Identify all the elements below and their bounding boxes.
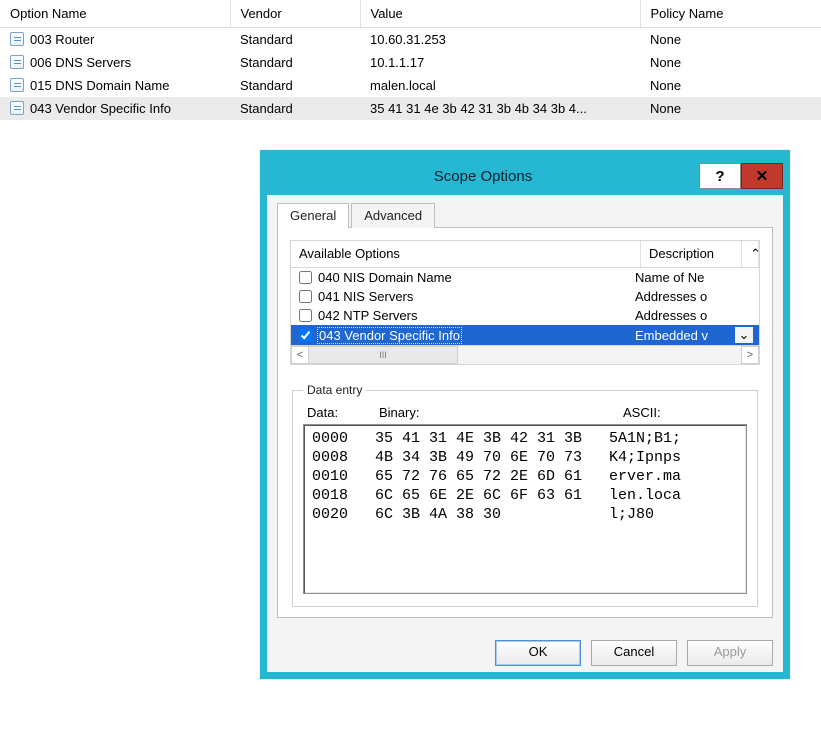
scroll-left-button[interactable]: < <box>291 346 309 364</box>
column-header-value[interactable]: Value <box>360 0 640 28</box>
option-checkbox[interactable] <box>299 329 312 342</box>
tab-general[interactable]: General <box>277 203 349 228</box>
option-name: 041 NIS Servers <box>318 289 635 304</box>
cell-vendor: Standard <box>230 51 360 74</box>
cell-policy: None <box>640 97 821 120</box>
scroll-down-button[interactable]: ⌄ <box>735 327 753 343</box>
horizontal-scrollbar[interactable]: < III > <box>291 345 759 364</box>
cancel-button[interactable]: Cancel <box>591 640 677 666</box>
cell-option: 043 Vendor Specific Info <box>30 101 171 116</box>
available-options-list: Available Options Description ⌃ 040 NIS … <box>290 240 760 365</box>
option-icon <box>10 55 24 69</box>
cell-vendor: Standard <box>230 97 360 120</box>
tab-advanced[interactable]: Advanced <box>351 203 435 228</box>
option-checkbox[interactable] <box>299 271 312 284</box>
column-header-option[interactable]: Option Name <box>0 0 230 28</box>
scroll-up-button[interactable]: ⌃ <box>741 241 759 267</box>
dialog-title: Scope Options <box>267 168 699 185</box>
cell-value: 10.1.1.17 <box>360 51 640 74</box>
ok-button[interactable]: OK <box>495 640 581 666</box>
scroll-right-button[interactable]: > <box>741 346 759 364</box>
option-desc: Name of Ne <box>635 270 735 285</box>
scrollbar-track[interactable] <box>458 346 741 364</box>
cell-option: 003 Router <box>30 32 94 47</box>
tab-panel-general: Available Options Description ⌃ 040 NIS … <box>277 227 773 618</box>
cell-policy: None <box>640 51 821 74</box>
dhcp-options-table: Option Name Vendor Value Policy Name 003… <box>0 0 821 120</box>
data-entry-legend: Data entry <box>303 383 366 397</box>
option-row[interactable]: 042 NTP Servers Addresses o <box>291 306 759 325</box>
cell-policy: None <box>640 28 821 52</box>
hex-editor[interactable]: 0000 35 41 31 4E 3B 42 31 3B 5A1N;B1; 00… <box>303 424 747 594</box>
option-desc: Addresses o <box>635 289 735 304</box>
list-header-available[interactable]: Available Options <box>291 241 641 267</box>
cell-value: malen.local <box>360 74 640 97</box>
table-row[interactable]: 043 Vendor Specific Info Standard 35 41 … <box>0 97 821 120</box>
table-row[interactable]: 003 Router Standard 10.60.31.253 None <box>0 28 821 52</box>
list-header-description[interactable]: Description <box>641 241 741 267</box>
column-label-binary: Binary: <box>379 405 623 420</box>
column-label-ascii: ASCII: <box>623 405 743 420</box>
scrollbar-thumb[interactable]: III <box>308 346 458 364</box>
option-desc: Embedded v <box>635 328 735 343</box>
data-entry-group: Data entry Data: Binary: ASCII: 0000 35 … <box>292 383 758 607</box>
apply-button[interactable]: Apply <box>687 640 773 666</box>
option-checkbox[interactable] <box>299 290 312 303</box>
cell-option: 006 DNS Servers <box>30 55 131 70</box>
cell-vendor: Standard <box>230 28 360 52</box>
option-desc: Addresses o <box>635 308 735 323</box>
column-header-policy[interactable]: Policy Name <box>640 0 821 28</box>
cell-value: 10.60.31.253 <box>360 28 640 52</box>
titlebar[interactable]: Scope Options ? ✕ <box>267 157 783 195</box>
option-row[interactable]: 040 NIS Domain Name Name of Ne <box>291 268 759 287</box>
option-icon <box>10 32 24 46</box>
cell-policy: None <box>640 74 821 97</box>
close-button[interactable]: ✕ <box>741 163 783 189</box>
option-name: 040 NIS Domain Name <box>318 270 635 285</box>
option-checkbox[interactable] <box>299 309 312 322</box>
column-header-vendor[interactable]: Vendor <box>230 0 360 28</box>
column-label-data: Data: <box>307 405 379 420</box>
option-icon <box>10 101 24 115</box>
dialog-button-row: OK Cancel Apply <box>267 630 783 672</box>
cell-option: 015 DNS Domain Name <box>30 78 169 93</box>
option-name: 042 NTP Servers <box>318 308 635 323</box>
cell-value: 35 41 31 4e 3b 42 31 3b 4b 34 3b 4... <box>360 97 640 120</box>
option-row[interactable]: 041 NIS Servers Addresses o <box>291 287 759 306</box>
table-row[interactable]: 006 DNS Servers Standard 10.1.1.17 None <box>0 51 821 74</box>
help-button[interactable]: ? <box>699 163 741 189</box>
scope-options-dialog: Scope Options ? ✕ General Advanced Avail… <box>260 150 790 679</box>
option-name: 043 Vendor Specific Info <box>318 328 635 343</box>
option-icon <box>10 78 24 92</box>
table-row[interactable]: 015 DNS Domain Name Standard malen.local… <box>0 74 821 97</box>
cell-vendor: Standard <box>230 74 360 97</box>
option-row[interactable]: 043 Vendor Specific Info Embedded v ⌄ <box>291 325 759 345</box>
